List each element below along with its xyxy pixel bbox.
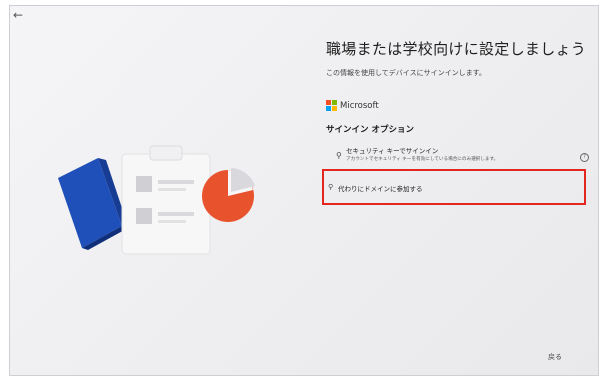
sign-in-options-heading: サインイン オプション	[326, 125, 414, 135]
security-key-option[interactable]: ⚲ セキュリティ キーでサインイン アカウントでセキュリティ キーを有効にしてい…	[326, 142, 589, 168]
clipboard-icon	[121, 145, 211, 255]
key-icon: ⚲	[336, 151, 342, 160]
illustration	[50, 136, 260, 266]
page-subtitle: この情報を使用してデバイスにサインインします。	[326, 69, 486, 77]
domain-join-label: 代わりにドメインに参加する	[338, 185, 423, 193]
oobe-screen: ← 職場または学校向けに設定しましょう この情報を使用してデバイスにサインインし…	[9, 5, 599, 376]
domain-join-icon: ⚲	[328, 183, 334, 191]
domain-join-option[interactable]: ⚲ 代わりにドメインに参加する	[322, 169, 586, 205]
help-icon[interactable]: ?	[580, 153, 589, 162]
security-key-label: セキュリティ キーでサインイン	[346, 147, 439, 155]
microsoft-squares-icon	[326, 100, 337, 111]
back-arrow-icon[interactable]: ←	[13, 8, 27, 22]
microsoft-logo: Microsoft	[326, 100, 379, 111]
back-button[interactable]: 戻る	[548, 352, 562, 362]
book-icon	[58, 158, 128, 250]
photo-frame: ← 職場または学校向けに設定しましょう この情報を使用してデバイスにサインインし…	[0, 0, 604, 382]
page-title: 職場または学校向けに設定しましょう	[326, 40, 587, 58]
microsoft-wordmark: Microsoft	[340, 100, 379, 111]
security-key-description: アカウントでセキュリティ キーを有効にしている場合にのみ選択します。	[346, 157, 499, 162]
work-school-illustration	[58, 145, 255, 255]
